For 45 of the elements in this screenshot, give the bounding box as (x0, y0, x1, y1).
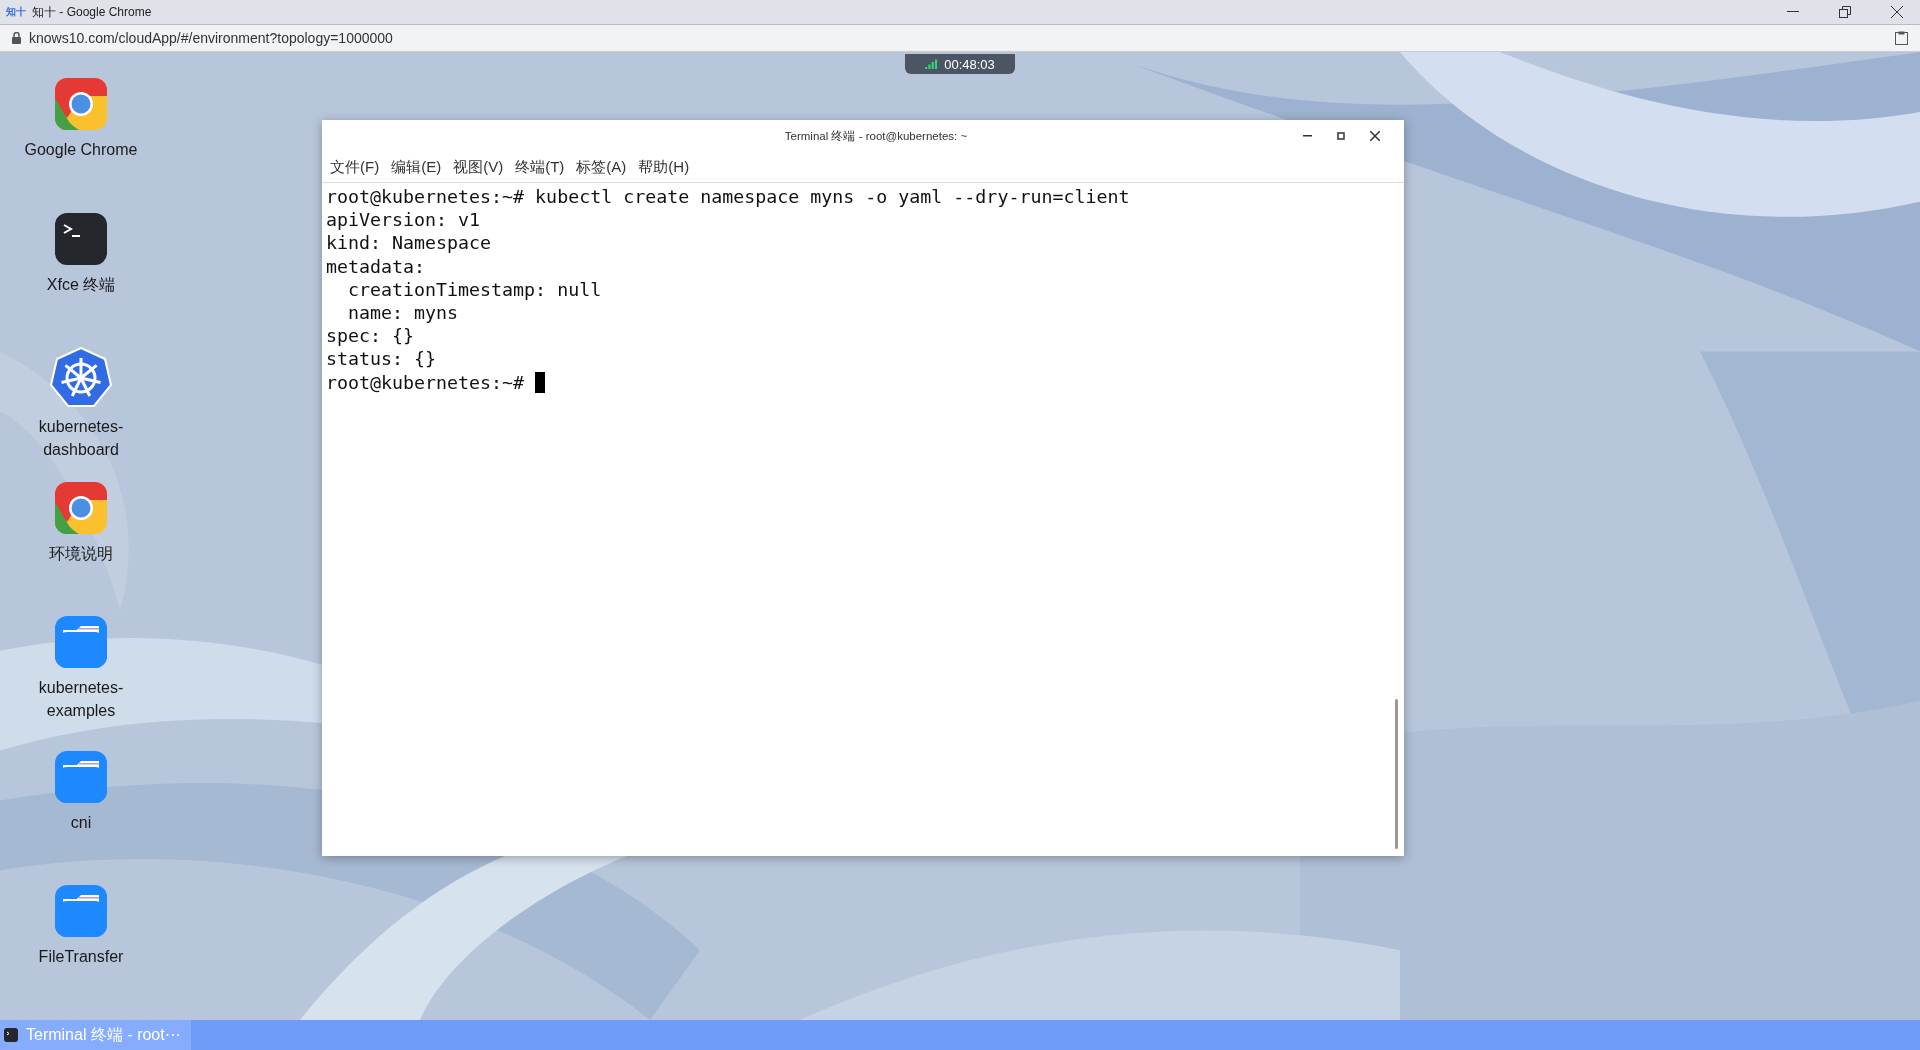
restore-icon (1839, 6, 1851, 18)
desktop-icon-label[interactable]: 环境说明 (16, 541, 146, 565)
clipboard-icon[interactable] (1895, 31, 1908, 45)
lock-icon (12, 32, 21, 44)
terminal-icon (4, 1028, 18, 1042)
desktop-icon-label[interactable]: cni (16, 810, 146, 834)
folder-icon (55, 616, 107, 669)
menu-item[interactable]: 文件(F) (330, 157, 380, 177)
terminal-line: apiVersion: v1 (326, 209, 481, 231)
menu-item[interactable]: 编辑(E) (391, 157, 442, 177)
desktop-icon-label[interactable]: kubernetes-examples (16, 676, 146, 723)
desktop-icon-label[interactable]: FileTransfer (16, 945, 146, 969)
terminal-line: status: {} (326, 348, 437, 370)
folder-icon (55, 885, 107, 938)
chrome-icon (55, 481, 107, 534)
terminal-line: root@kubernetes:~# kubectl create namespace myns -o yaml --dry-run=client (326, 186, 1130, 207)
timer-text: 00:48:03 (944, 56, 995, 72)
desktop-icon-label[interactable]: Xfce 终端 (16, 272, 146, 296)
terminal-line: name: myns (347, 301, 459, 323)
menu-item[interactable]: 终端(T) (515, 157, 565, 177)
close-icon (1891, 6, 1903, 18)
helm-wheel-icon (50, 347, 112, 408)
terminal-line: spec: {} (326, 325, 415, 347)
signal-icon (925, 59, 939, 69)
maximize-icon (1337, 132, 1345, 140)
terminal-line: metadata: (326, 255, 426, 277)
close-icon (1370, 131, 1380, 141)
terminal-line: kind: Namespace (326, 232, 492, 254)
scrollbar[interactable] (1395, 699, 1398, 849)
minimize-icon (1787, 11, 1799, 13)
chrome-icon (55, 78, 107, 130)
menu-item[interactable]: 帮助(H) (638, 157, 690, 177)
desktop-icon-label[interactable]: Google Chrome (16, 138, 146, 161)
menu-item[interactable]: 标签(A) (576, 157, 627, 177)
menu-item[interactable]: 视图(V) (453, 157, 504, 177)
terminal-title: Terminal 终端 - root@kubernetes: ~ (783, 128, 969, 144)
terminal-prompt: root@kubernetes:~# (326, 371, 525, 393)
site-logo: 知十 (6, 5, 26, 19)
minimize-icon (1302, 135, 1312, 137)
desktop-icon-label[interactable]: kubernetes-dashboard (16, 415, 146, 462)
window-title: 知十 - Google Chrome (32, 3, 153, 21)
terminal-icon (55, 212, 107, 265)
folder-icon (55, 750, 107, 803)
terminal-line: creationTimestamp: null (347, 278, 602, 300)
text-cursor (535, 371, 546, 393)
